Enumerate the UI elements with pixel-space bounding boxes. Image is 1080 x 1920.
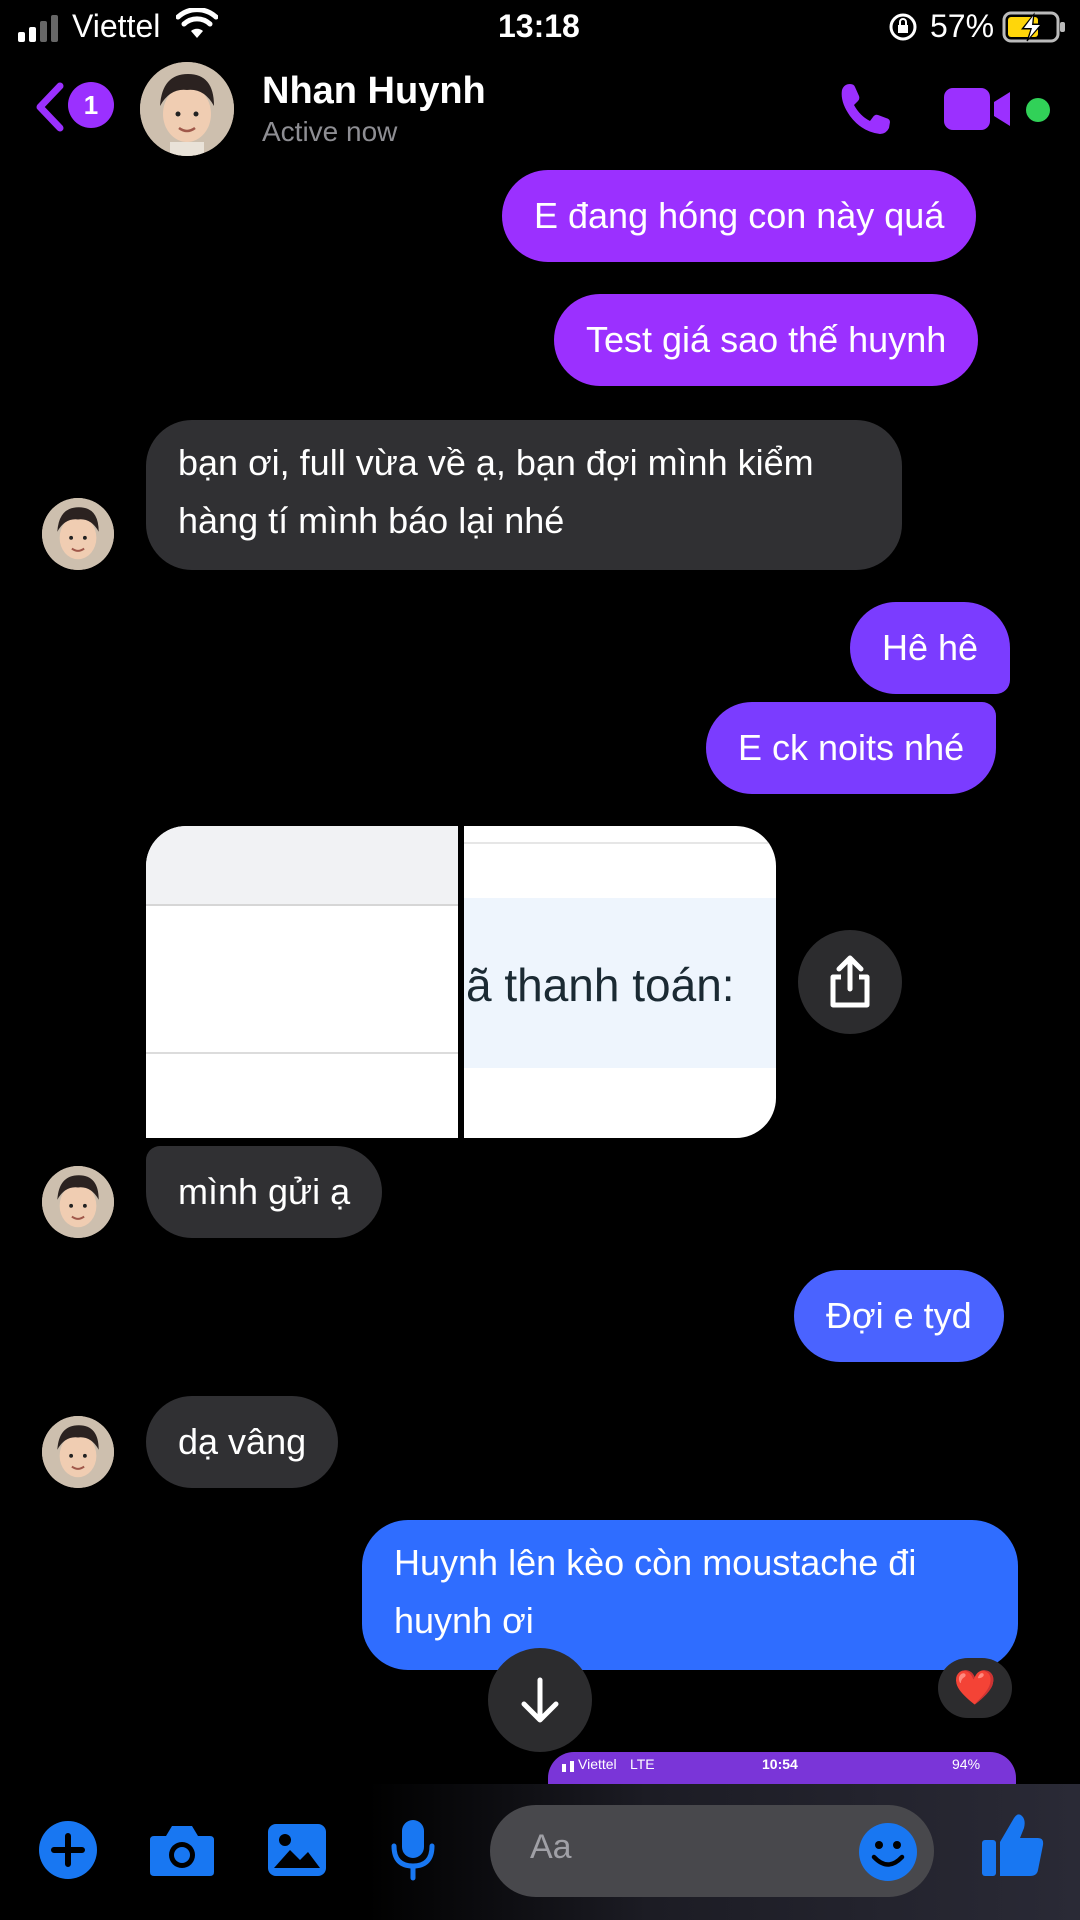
message-bubble-sent[interactable]: Đợi e tyd bbox=[794, 1270, 1004, 1362]
call-button[interactable] bbox=[836, 80, 894, 143]
preview-network: LTE bbox=[630, 1756, 655, 1772]
contact-avatar-small bbox=[42, 1416, 114, 1488]
video-call-button[interactable] bbox=[944, 86, 1014, 137]
contact-name[interactable]: Nhan Huynh bbox=[262, 70, 486, 113]
contact-avatar-small bbox=[42, 1166, 114, 1238]
wifi-icon bbox=[175, 7, 219, 45]
image-icon bbox=[268, 1824, 326, 1876]
microphone-button[interactable] bbox=[388, 1818, 438, 1887]
message-text: Hê hê bbox=[882, 627, 979, 668]
arrow-down-icon bbox=[521, 1677, 559, 1723]
message-text: Đợi e tyd bbox=[826, 1295, 972, 1336]
camera-button[interactable] bbox=[148, 1822, 216, 1883]
scroll-to-bottom-button[interactable] bbox=[488, 1648, 592, 1752]
carrier-name: Viettel bbox=[72, 8, 161, 44]
plus-circle-icon bbox=[39, 1821, 97, 1879]
microphone-icon bbox=[391, 1820, 435, 1881]
message-bubble-sent[interactable]: Huynh lên kèo còn moustache đi huynh ơi bbox=[362, 1520, 1018, 1670]
more-actions-button[interactable] bbox=[38, 1820, 98, 1885]
message-text: E đang hóng con này quá bbox=[534, 195, 945, 236]
preview-battery: 94% bbox=[952, 1756, 981, 1772]
video-camera-icon bbox=[944, 88, 1010, 130]
reaction-badge[interactable]: ❤️ bbox=[938, 1658, 1012, 1718]
message-text: bạn ơi, full vừa về ạ, bạn đợi mình kiểm… bbox=[178, 442, 814, 541]
image-text: ã thanh toán: bbox=[466, 959, 735, 1011]
like-button[interactable] bbox=[980, 1812, 1046, 1885]
message-text: E ck noits nhé bbox=[738, 727, 965, 768]
share-button[interactable] bbox=[798, 930, 902, 1034]
preview-carrier: Viettel bbox=[578, 1756, 617, 1772]
message-bubble-received[interactable]: mình gửi ạ bbox=[146, 1146, 383, 1238]
message-text: Test giá sao thế huynh bbox=[586, 319, 947, 360]
message-bubble-received[interactable]: dạ vâng bbox=[146, 1396, 339, 1488]
message-text: Huynh lên kèo còn moustache đi huynh ơi bbox=[394, 1542, 917, 1641]
thumbs-up-icon bbox=[982, 1814, 1044, 1876]
preview-time: 10:54 bbox=[762, 1756, 798, 1772]
gallery-button[interactable] bbox=[266, 1822, 328, 1883]
message-bubble-sent[interactable]: Hê hê bbox=[850, 602, 1011, 694]
contact-avatar-small bbox=[42, 498, 114, 570]
unread-badge: 1 bbox=[68, 82, 114, 128]
message-bubble-sent[interactable]: Test giá sao thế huynh bbox=[554, 294, 979, 386]
message-text: dạ vâng bbox=[178, 1421, 307, 1462]
message-bubble-sent[interactable]: E đang hóng con này quá bbox=[502, 170, 977, 262]
message-text: mình gửi ạ bbox=[178, 1171, 351, 1212]
back-button[interactable] bbox=[32, 82, 68, 137]
emoji-icon bbox=[859, 1823, 917, 1881]
image-attachment[interactable] bbox=[146, 826, 458, 1138]
message-bubble-received[interactable]: bạn ơi, full vừa về ạ, bạn đợi mình kiểm… bbox=[146, 420, 902, 570]
clock: 13:18 bbox=[498, 8, 580, 44]
chevron-left-icon bbox=[36, 82, 64, 132]
contact-status: Active now bbox=[262, 116, 398, 147]
orientation-lock-icon bbox=[888, 12, 918, 47]
heart-reaction: ❤️ bbox=[953, 1669, 997, 1707]
share-icon bbox=[830, 955, 870, 1008]
preview-signal-icon bbox=[562, 1758, 574, 1772]
message-bubble-sent[interactable]: E ck noits nhé bbox=[706, 702, 997, 794]
phone-icon bbox=[841, 84, 890, 134]
contact-avatar[interactable] bbox=[140, 62, 234, 156]
message-input-placeholder: Aa bbox=[530, 1828, 572, 1866]
image-attachment[interactable]: ã thanh toán: bbox=[464, 826, 776, 1138]
camera-icon bbox=[150, 1826, 214, 1876]
battery-charging-icon bbox=[1002, 10, 1068, 49]
online-indicator bbox=[1026, 98, 1050, 122]
battery-percent: 57% bbox=[930, 8, 995, 44]
emoji-button[interactable] bbox=[858, 1822, 918, 1887]
signal-bars-icon bbox=[18, 14, 64, 42]
